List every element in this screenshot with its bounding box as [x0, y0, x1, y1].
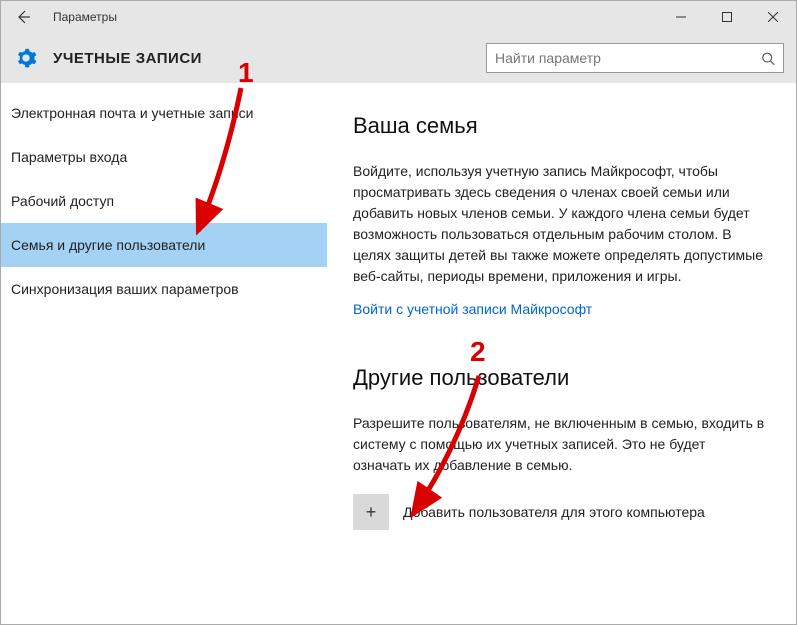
content: Ваша семья Войдите, используя учетную за…: [327, 83, 796, 624]
sidebar-item-work-access[interactable]: Рабочий доступ: [1, 179, 327, 223]
close-icon: [768, 12, 778, 22]
family-paragraph: Войдите, используя учетную запись Майкро…: [353, 161, 766, 287]
titlebar-left: Параметры: [11, 5, 117, 29]
others-paragraph: Разрешите пользователям, не включенным в…: [353, 413, 766, 476]
window-title: Параметры: [53, 10, 117, 24]
maximize-button[interactable]: [704, 1, 750, 33]
add-user-label: Добавить пользователя для этого компьюте…: [403, 504, 705, 520]
add-user-button[interactable]: + Добавить пользователя для этого компью…: [353, 494, 766, 530]
window-controls: [658, 1, 796, 33]
gear-icon: [15, 47, 37, 69]
signin-ms-link[interactable]: Войти с учетной записи Майкрософт: [353, 301, 766, 317]
others-heading: Другие пользователи: [353, 365, 766, 391]
titlebar: Параметры: [1, 1, 796, 33]
page-title: УЧЕТНЫЕ ЗАПИСИ: [53, 50, 202, 67]
header-left: УЧЕТНЫЕ ЗАПИСИ: [15, 47, 202, 69]
close-button[interactable]: [750, 1, 796, 33]
sidebar-item-label: Синхронизация ваших параметров: [11, 281, 239, 297]
sidebar-item-email[interactable]: Электронная почта и учетные записи: [1, 91, 327, 135]
family-heading: Ваша семья: [353, 113, 766, 139]
minimize-button[interactable]: [658, 1, 704, 33]
search-box[interactable]: [486, 43, 784, 73]
sidebar-item-label: Семья и другие пользователи: [11, 237, 205, 253]
search-icon: [761, 51, 775, 66]
sidebar-item-family-other-users[interactable]: Семья и другие пользователи: [1, 223, 327, 267]
sidebar: Электронная почта и учетные записи Парам…: [1, 83, 327, 624]
other-users-section: Другие пользователи Разрешите пользовате…: [353, 365, 766, 530]
arrow-left-icon: [15, 9, 31, 25]
header: УЧЕТНЫЕ ЗАПИСИ: [1, 33, 796, 83]
back-button[interactable]: [11, 5, 35, 29]
sidebar-item-sync[interactable]: Синхронизация ваших параметров: [1, 267, 327, 311]
sidebar-item-signin-options[interactable]: Параметры входа: [1, 135, 327, 179]
maximize-icon: [722, 12, 732, 22]
sidebar-item-label: Параметры входа: [11, 149, 127, 165]
search-input[interactable]: [495, 50, 761, 66]
body: Электронная почта и учетные записи Парам…: [1, 83, 796, 624]
sidebar-item-label: Электронная почта и учетные записи: [11, 105, 253, 121]
minimize-icon: [676, 12, 686, 22]
sidebar-item-label: Рабочий доступ: [11, 193, 114, 209]
plus-icon: +: [353, 494, 389, 530]
